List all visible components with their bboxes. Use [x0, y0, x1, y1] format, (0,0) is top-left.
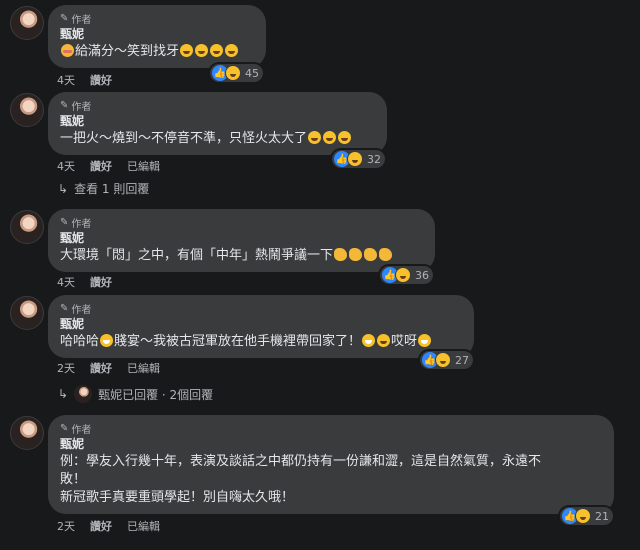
rofl-emoji-icon — [210, 44, 224, 57]
comment-actions: 4天 讚好 — [57, 72, 112, 88]
comment-author[interactable]: 甄妮 — [60, 231, 423, 246]
clap-emoji-icon — [334, 248, 348, 261]
rofl-emoji-icon — [338, 131, 352, 144]
timestamp[interactable]: 2天 — [57, 518, 75, 534]
haha-reaction-icon — [395, 267, 411, 283]
comment-bubble: ✎ 作者 甄妮 哈哈哈 賤宴～我被古冠軍放在他手機裡帶回家了！ 哎呀 — [48, 295, 474, 358]
view-replies-label: 查看 1 則回覆 — [74, 182, 150, 196]
flushed-emoji-icon — [61, 44, 74, 57]
author-badge-label: 作者 — [71, 425, 92, 436]
grin-sweat-emoji-icon — [362, 334, 376, 347]
comment-author[interactable]: 甄妮 — [60, 27, 254, 42]
clap-emoji-icon — [364, 248, 378, 261]
pencil-icon: ✎ — [60, 423, 69, 434]
like-button[interactable]: 讚好 — [90, 158, 112, 174]
comment-text: 給滿分～笑到找牙 — [60, 43, 254, 61]
pencil-icon: ✎ — [60, 13, 69, 24]
comment-text: 一把火～燒到～不停音不準，只怪火太大了 — [60, 130, 375, 148]
rofl-emoji-icon — [180, 44, 194, 57]
avatar[interactable] — [10, 93, 44, 127]
reply-avatar — [74, 385, 93, 403]
clap-emoji-icon — [379, 248, 393, 261]
like-button[interactable]: 讚好 — [90, 360, 112, 376]
comment-bubble: ✎ 作者 甄妮 大環境「悶」之中，有個「中年」熱鬧爭議一下 — [48, 209, 435, 272]
reply-arrow-icon: ↳ — [58, 387, 69, 401]
rofl-emoji-icon — [308, 131, 322, 144]
reaction-count: 45 — [245, 66, 259, 80]
like-button[interactable]: 讚好 — [90, 274, 112, 290]
reaction-count: 27 — [455, 353, 469, 367]
comment-actions: 4天 讚好 已編輯 — [57, 158, 160, 174]
comment-actions: 4天 讚好 — [57, 274, 112, 290]
author-badge-label: 作者 — [71, 102, 92, 113]
reaction-summary[interactable]: 👍 36 — [380, 266, 433, 284]
author-badge: ✎ 作者 — [60, 302, 462, 316]
grin-sweat-emoji-icon — [418, 334, 432, 347]
edited-label[interactable]: 已編輯 — [127, 518, 160, 534]
comment-text: 大環境「悶」之中，有個「中年」熱鬧爭議一下 — [60, 247, 423, 265]
comment-line: 敗！ — [60, 472, 87, 487]
author-badge: ✎ 作者 — [60, 99, 375, 113]
timestamp[interactable]: 4天 — [57, 158, 75, 174]
comment-author[interactable]: 甄妮 — [60, 317, 462, 332]
comment-author[interactable]: 甄妮 — [60, 437, 602, 452]
haha-reaction-icon — [225, 65, 241, 81]
author-badge: ✎ 作者 — [60, 12, 254, 26]
comment-bubble: ✎ 作者 甄妮 例：學友入行幾十年，表演及談話之中都仍持有一份謙和澀，這是自然氣… — [48, 415, 614, 514]
timestamp[interactable]: 2天 — [57, 360, 75, 376]
avatar[interactable] — [10, 6, 44, 40]
like-button[interactable]: 讚好 — [90, 518, 112, 534]
comment-text: 例：學友入行幾十年，表演及談話之中都仍持有一份謙和澀，這是自然氣質，永遠不 敗！… — [60, 453, 602, 507]
rofl-emoji-icon — [195, 44, 209, 57]
reaction-summary[interactable]: 👍 27 — [420, 351, 473, 369]
clap-emoji-icon — [349, 248, 363, 261]
rofl-emoji-icon — [323, 131, 337, 144]
timestamp[interactable]: 4天 — [57, 274, 75, 290]
haha-reaction-icon — [347, 151, 363, 167]
view-replies-link[interactable]: ↳ 甄妮已回覆 · 2個回覆 — [58, 385, 213, 403]
comment-author[interactable]: 甄妮 — [60, 114, 375, 129]
haha-reaction-icon — [435, 352, 451, 368]
author-badge: ✎ 作者 — [60, 216, 423, 230]
reaction-count: 21 — [595, 509, 609, 523]
author-badge-label: 作者 — [71, 15, 92, 26]
reaction-count: 36 — [415, 268, 429, 282]
reaction-count: 32 — [367, 152, 381, 166]
edited-label[interactable]: 已編輯 — [127, 158, 160, 174]
grin-sweat-emoji-icon — [100, 334, 114, 347]
comment-bubble: ✎ 作者 甄妮 給滿分～笑到找牙 — [48, 5, 266, 68]
like-button[interactable]: 讚好 — [90, 72, 112, 88]
comment-actions: 2天 讚好 已編輯 — [57, 518, 160, 534]
comment-text: 哈哈哈 賤宴～我被古冠軍放在他手機裡帶回家了！ 哎呀 — [60, 333, 462, 351]
edited-label[interactable]: 已編輯 — [127, 360, 160, 376]
reaction-summary[interactable]: 👍 21 — [560, 507, 613, 525]
pencil-icon: ✎ — [60, 100, 69, 111]
avatar[interactable] — [10, 416, 44, 450]
comment-actions: 2天 讚好 已編輯 — [57, 360, 160, 376]
timestamp[interactable]: 4天 — [57, 72, 75, 88]
comment-bubble: ✎ 作者 甄妮 一把火～燒到～不停音不準，只怪火太大了 — [48, 92, 387, 155]
author-badge: ✎ 作者 — [60, 422, 602, 436]
pencil-icon: ✎ — [60, 217, 69, 228]
avatar[interactable] — [10, 210, 44, 244]
rofl-emoji-icon — [377, 334, 391, 347]
author-badge-label: 作者 — [71, 305, 92, 316]
reaction-summary[interactable]: 👍 45 — [210, 64, 263, 82]
reply-arrow-icon: ↳ — [58, 181, 69, 196]
rofl-emoji-icon — [225, 44, 239, 57]
haha-reaction-icon — [575, 508, 591, 524]
view-replies-label: 甄妮已回覆 · 2個回覆 — [98, 387, 214, 402]
comment-line: 新冠歌手真要重頭學起！別自嗨太久哦！ — [60, 490, 295, 505]
reaction-summary[interactable]: 👍 32 — [332, 150, 385, 168]
view-replies-link[interactable]: ↳ 查看 1 則回覆 — [58, 180, 149, 197]
comment-line: 例：學友入行幾十年，表演及談話之中都仍持有一份謙和澀，這是自然氣質，永遠不 — [60, 454, 542, 469]
author-badge-label: 作者 — [71, 219, 92, 230]
avatar[interactable] — [10, 296, 44, 330]
pencil-icon: ✎ — [60, 303, 69, 314]
